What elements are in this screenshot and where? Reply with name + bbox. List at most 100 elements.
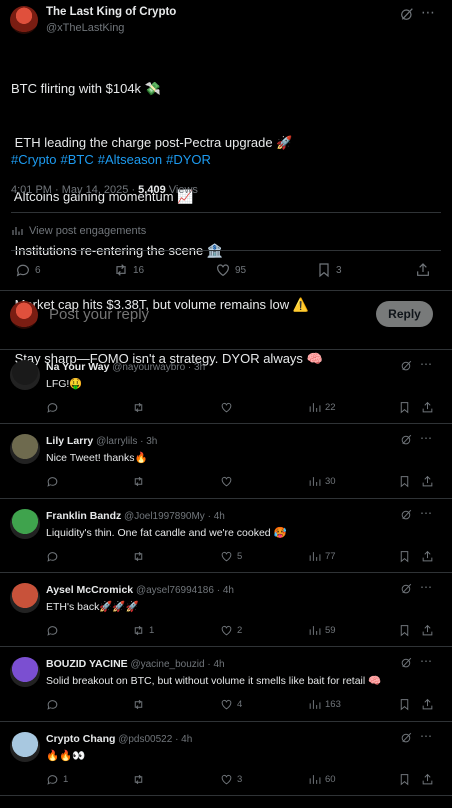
author-avatar[interactable] — [10, 6, 38, 34]
reply-header: Aysel McCromick @aysel76994186 · 4h — [46, 584, 234, 596]
reply-item[interactable]: Na Your Way @nayourwaybro · 3h ⋯ LFG!🤑 2… — [0, 349, 452, 424]
share-button[interactable] — [421, 401, 434, 414]
reply-item[interactable]: Crypto Chang @pds00522 · 4h ⋯ 🔥🔥👀 1 3 60 — [0, 721, 452, 796]
reply-item[interactable]: Aysel McCromick @aysel76994186 · 4h ⋯ ET… — [0, 572, 452, 647]
hashtag-link[interactable]: #Altseason — [98, 152, 162, 167]
repost-icon — [134, 625, 143, 636]
grok-icon[interactable] — [399, 6, 415, 27]
like-button[interactable]: 4 — [220, 698, 242, 711]
author-handle[interactable]: @xTheLastKing — [46, 22, 124, 34]
reply-author-handle[interactable]: @aysel76994186 · 4h — [136, 585, 234, 596]
reply-submit-button[interactable]: Reply — [376, 301, 433, 327]
views-button[interactable]: 59 — [308, 624, 336, 637]
repost-button[interactable] — [132, 698, 149, 711]
reply-author-name[interactable]: Aysel McCromick — [46, 584, 133, 596]
reply-avatar[interactable] — [10, 509, 40, 539]
more-options-icon[interactable]: ⋯ — [420, 729, 433, 743]
bookmark-button[interactable]: 3 — [316, 262, 342, 278]
repost-button[interactable] — [132, 773, 149, 786]
grok-icon[interactable] — [400, 508, 413, 526]
bookmark-button[interactable] — [398, 624, 411, 637]
reply-author-handle[interactable]: @nayourwaybro · 3h — [112, 362, 205, 373]
repost-button[interactable] — [132, 475, 149, 488]
like-button[interactable]: 3 — [220, 773, 242, 786]
more-options-icon[interactable]: ⋯ — [420, 580, 433, 594]
share-button[interactable] — [421, 698, 434, 711]
bookmark-icon — [400, 699, 409, 711]
reply-header: Lily Larry @larrylils · 3h — [46, 435, 157, 447]
repost-button[interactable] — [132, 550, 149, 563]
share-button[interactable] — [421, 624, 434, 637]
reply-item[interactable]: Lily Larry @larrylils · 3h ⋯ Nice Tweet!… — [0, 423, 452, 498]
like-button[interactable] — [220, 401, 237, 414]
like-icon — [221, 476, 232, 487]
grok-icon[interactable] — [400, 359, 413, 377]
reply-author-handle[interactable]: @Joel1997890My · 4h — [124, 511, 225, 522]
reply-author-handle[interactable]: @yacine_bouzid · 4h — [130, 659, 224, 670]
bookmark-button[interactable] — [398, 401, 411, 414]
more-options-icon[interactable]: ⋯ — [420, 506, 433, 520]
reply-item[interactable]: BOUZID YACINE @yacine_bouzid · 4h ⋯ Soli… — [0, 646, 452, 721]
grok-icon[interactable] — [400, 582, 413, 600]
grok-icon[interactable] — [400, 433, 413, 451]
reply-button[interactable]: 6 — [15, 262, 41, 278]
grok-icon[interactable] — [400, 656, 413, 674]
like-button[interactable]: 2 — [220, 624, 242, 637]
grok-icon[interactable] — [400, 731, 413, 749]
reply-button[interactable] — [46, 698, 63, 711]
more-options-icon[interactable]: ⋯ — [420, 654, 433, 668]
like-button[interactable]: 95 — [215, 262, 246, 278]
author-name[interactable]: The Last King of Crypto — [46, 6, 176, 18]
more-options-icon[interactable]: ⋯ — [420, 357, 433, 371]
like-button[interactable] — [220, 475, 237, 488]
reply-item[interactable]: Franklin Bandz @Joel1997890My · 4h ⋯ Liq… — [0, 498, 452, 573]
reply-button[interactable]: 1 — [46, 773, 68, 786]
reply-text: ETH's back🚀🚀🚀 — [46, 601, 139, 613]
hashtag-link[interactable]: #Crypto — [11, 152, 57, 167]
more-options-icon[interactable]: ⋯ — [420, 431, 433, 445]
bookmark-button[interactable] — [398, 550, 411, 563]
more-options-icon[interactable]: ⋯ — [421, 4, 436, 21]
share-button[interactable] — [421, 475, 434, 488]
repost-button[interactable]: 1 — [132, 624, 154, 637]
reply-author-handle[interactable]: @pds00522 · 4h — [118, 734, 192, 745]
reply-avatar[interactable] — [10, 732, 40, 762]
share-button[interactable] — [415, 262, 431, 278]
view-engagements-link[interactable]: View post engagements — [11, 225, 146, 237]
hashtag-link[interactable]: #BTC — [61, 152, 94, 167]
reply-author-name[interactable]: Na Your Way — [46, 361, 109, 373]
reply-composer: Reply — [0, 291, 452, 341]
bookmark-button[interactable] — [398, 698, 411, 711]
like-button[interactable]: 5 — [220, 550, 242, 563]
views-button[interactable]: 30 — [308, 475, 336, 488]
reply-avatar[interactable] — [10, 360, 40, 390]
reply-author-handle[interactable]: @larrylils · 3h — [96, 436, 157, 447]
reply-avatar[interactable] — [10, 583, 40, 613]
reply-author-name[interactable]: Crypto Chang — [46, 733, 115, 745]
views-button[interactable]: 163 — [308, 698, 341, 711]
reply-author-name[interactable]: BOUZID YACINE — [46, 658, 128, 670]
share-icon — [417, 263, 429, 276]
reply-avatar[interactable] — [10, 657, 40, 687]
reply-text: Solid breakout on BTC, but without volum… — [46, 675, 382, 687]
hashtag-link[interactable]: #DYOR — [166, 152, 211, 167]
reply-author-name[interactable]: Lily Larry — [46, 435, 93, 447]
views-button[interactable]: 60 — [308, 773, 336, 786]
bookmark-button[interactable] — [398, 773, 411, 786]
post-timestamp[interactable]: 4:01 PM · May 14, 2025 · — [11, 184, 138, 196]
share-button[interactable] — [421, 773, 434, 786]
reply-button[interactable] — [46, 475, 63, 488]
reply-button[interactable] — [46, 624, 63, 637]
reply-count: 6 — [35, 264, 41, 276]
reply-avatar[interactable] — [10, 434, 40, 464]
repost-button[interactable]: 16 — [113, 262, 144, 278]
views-button[interactable]: 77 — [308, 550, 336, 563]
share-button[interactable] — [421, 550, 434, 563]
reply-input[interactable] — [47, 305, 351, 324]
reply-author-name[interactable]: Franklin Bandz — [46, 510, 121, 522]
reply-button[interactable] — [46, 401, 63, 414]
views-button[interactable]: 22 — [308, 401, 336, 414]
reply-button[interactable] — [46, 550, 63, 563]
repost-button[interactable] — [132, 401, 149, 414]
bookmark-button[interactable] — [398, 475, 411, 488]
